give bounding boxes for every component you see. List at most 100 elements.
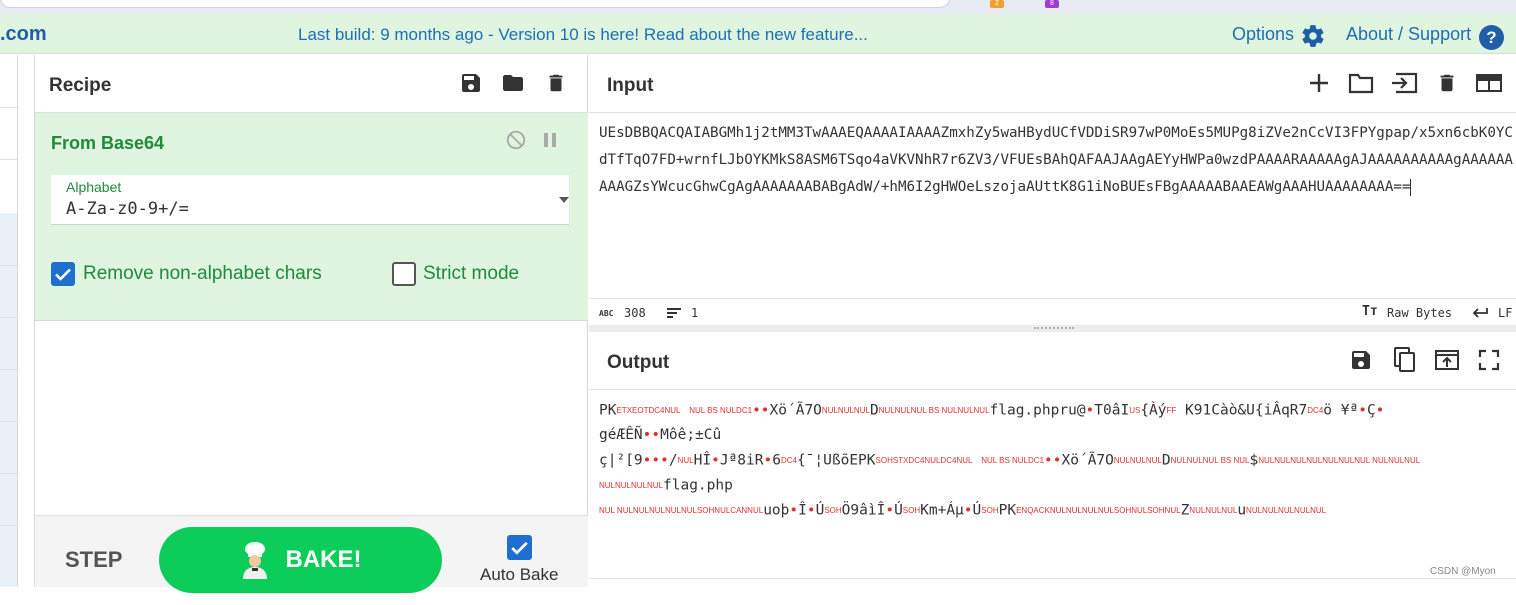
- folder-outline-icon: [1348, 73, 1374, 94]
- output-text-segment: ç|²[9: [599, 452, 643, 469]
- operations-list[interactable]: [0, 213, 17, 587]
- output-status-bar: [589, 578, 1516, 605]
- output-text-segment: Ú: [894, 502, 903, 519]
- output-text-segment: D: [1161, 452, 1171, 469]
- control-char: NULNULNULNUL: [599, 481, 664, 490]
- control-char: NUL BS NULDC1: [689, 406, 753, 415]
- text-cursor: [1410, 178, 1412, 196]
- output-text-segment: HÎ: [693, 452, 712, 469]
- copy-output-button[interactable]: [1390, 346, 1418, 374]
- output-text-segment: Ú: [972, 502, 982, 519]
- output-title: Output: [607, 352, 670, 373]
- operations-list-divider: [0, 421, 17, 422]
- disable-icon[interactable]: [505, 129, 527, 151]
- output-text-segment: géÆÊÑ: [599, 427, 643, 443]
- output-text-segment: Jª8iR: [719, 452, 764, 469]
- add-input-tab-button[interactable]: [1305, 69, 1333, 97]
- special-char: •••: [642, 452, 669, 469]
- special-char: •: [1375, 402, 1385, 419]
- special-char: ••: [752, 402, 770, 419]
- output-text-segment: K91Càò&U{iÂqR7: [1176, 402, 1308, 419]
- output-text-segment: 6: [772, 452, 781, 469]
- output-text-segment: Xö´Ã7O: [769, 402, 822, 419]
- output-text-segment: PK: [599, 402, 617, 419]
- gear-icon[interactable]: [1300, 23, 1326, 49]
- output-text-segment: flag.phpru@: [989, 402, 1086, 419]
- clear-input-button[interactable]: [1433, 69, 1461, 97]
- output-text-segment: Km+Áµ: [920, 502, 964, 519]
- operations-list-divider: [0, 525, 17, 526]
- update-notice-link[interactable]: Last build: 9 months ago - Version 10 is…: [298, 25, 868, 45]
- site-name[interactable]: .com: [0, 23, 47, 46]
- input-format-label[interactable]: Raw Bytes: [1387, 306, 1452, 320]
- trash-icon: [1440, 74, 1454, 92]
- output-text-segment: [972, 453, 981, 469]
- browser-toolbar: 2 8: [0, 0, 1516, 14]
- output-line: géÆÊÑ••Môê;±Cû: [599, 423, 1514, 448]
- alphabet-select[interactable]: Alphabet A-Za-z0-9+/=: [51, 175, 569, 225]
- output-text-segment: Môê;±Cû: [660, 427, 722, 443]
- save-recipe-button[interactable]: [457, 69, 485, 97]
- plus-icon: [1310, 74, 1328, 92]
- output-text-segment: Xö´Ã7O: [1061, 452, 1114, 469]
- operations-list-divider: [0, 473, 17, 474]
- strict-mode-checkbox[interactable]: [392, 262, 416, 286]
- remove-non-alphabet-label[interactable]: Remove non-alphabet chars: [83, 263, 322, 285]
- operations-category-divider: [0, 159, 17, 160]
- chevron-down-icon[interactable]: [559, 197, 569, 203]
- open-file-button[interactable]: [1347, 69, 1375, 97]
- operations-panel: [0, 55, 35, 587]
- input-textarea[interactable]: UEsDBBQACQAIABGMh1j2tMM3TwAAAEQAAAAIAAAA…: [599, 120, 1514, 201]
- maximise-output-button[interactable]: [1475, 346, 1503, 374]
- control-char: NUL: [677, 456, 694, 465]
- operation-card-from-base64[interactable]: From Base64 Alphabet A-Za-z0-9+/= Remove…: [35, 113, 588, 321]
- save-output-button[interactable]: [1347, 346, 1375, 374]
- pause-icon[interactable]: [543, 131, 557, 149]
- special-char: •: [885, 502, 895, 519]
- input-eol-label[interactable]: LF: [1498, 306, 1512, 320]
- help-icon[interactable]: ?: [1479, 25, 1504, 50]
- strict-mode-label[interactable]: Strict mode: [423, 263, 519, 285]
- output-textarea[interactable]: PKETXEOTDC4NUL NUL BS NULDC1••Xö´Ã7ONULN…: [599, 398, 1514, 523]
- control-char: DC4: [1307, 406, 1324, 415]
- replace-input-button[interactable]: [1433, 346, 1461, 374]
- clear-recipe-button[interactable]: [542, 69, 570, 97]
- input-header-divider: [589, 112, 1516, 113]
- layout-icon: [1476, 74, 1502, 92]
- checkmark-icon: [511, 541, 528, 555]
- about-support-link[interactable]: About / Support: [1346, 24, 1471, 45]
- reset-layout-button[interactable]: [1475, 69, 1503, 97]
- control-char: NULNULNUL BS NULNULNUL: [878, 406, 990, 415]
- output-text-segment: u: [1237, 502, 1247, 519]
- extension-badge-2[interactable]: 8: [1045, 0, 1059, 8]
- control-char: NUL NULNULNULNULNULSOHNULCANNUL: [599, 506, 764, 515]
- remove-non-alphabet-checkbox[interactable]: [51, 262, 75, 286]
- auto-bake-checkbox[interactable]: [507, 535, 532, 560]
- step-button[interactable]: STEP: [65, 547, 122, 573]
- control-char: DC4: [780, 456, 797, 465]
- checkmark-icon: [55, 268, 71, 281]
- options-link[interactable]: Options: [1232, 24, 1294, 45]
- output-text-segment: /: [668, 452, 678, 469]
- input-char-count: 308: [624, 306, 646, 320]
- address-bar[interactable]: [0, 0, 950, 8]
- special-char: •: [789, 502, 799, 519]
- extension-badge-1[interactable]: 2: [990, 0, 1004, 8]
- output-text-segment: uoþ: [763, 502, 790, 519]
- output-line: NULNULNULNULflag.php: [599, 473, 1514, 498]
- top-banner: .com Last build: 9 months ago - Version …: [0, 14, 1516, 54]
- output-text-segment: flag.php: [663, 477, 733, 494]
- operations-search-divider: [0, 107, 17, 108]
- special-char: ••: [1044, 452, 1062, 469]
- text-format-icon[interactable]: Tт: [1362, 304, 1378, 319]
- auto-bake-label[interactable]: Auto Bake: [480, 565, 558, 585]
- open-folder-button[interactable]: [1390, 69, 1418, 97]
- input-title: Input: [607, 75, 654, 96]
- folder-icon: [503, 75, 523, 91]
- bake-button[interactable]: BAKE!: [159, 527, 442, 593]
- load-recipe-button[interactable]: [499, 69, 527, 97]
- input-arrow-icon: [1392, 72, 1418, 94]
- special-char: •: [963, 502, 973, 519]
- io-resize-handle[interactable]: [589, 325, 1516, 332]
- special-char: •: [806, 502, 816, 519]
